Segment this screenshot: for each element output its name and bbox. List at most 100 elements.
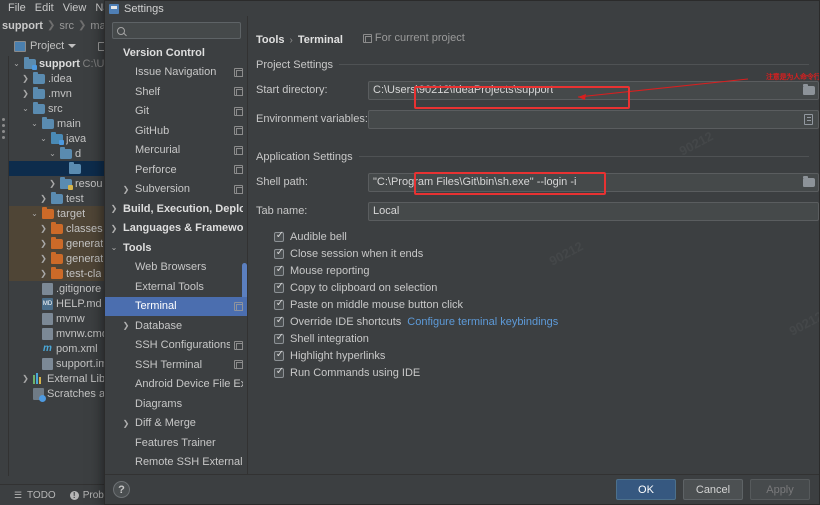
chevron-down-icon[interactable]: ⌄ — [109, 243, 119, 252]
chevron-down-icon[interactable]: ⌄ — [39, 134, 48, 143]
chevron-right-icon[interactable]: ❯ — [121, 185, 131, 194]
chevron-down-icon[interactable]: ⌄ — [30, 209, 39, 218]
settings-tree-item-languages-frameworks[interactable]: ❯ Languages & Frameworks — [105, 219, 247, 239]
settings-tree-item-github[interactable]: · GitHub — [105, 121, 247, 141]
project-tree-row[interactable]: ⌄ support C:\Us — [9, 56, 110, 71]
settings-tree-item-tools[interactable]: ⌄ Tools — [105, 238, 247, 258]
checkbox-icon[interactable] — [274, 315, 285, 327]
checkbox-row-copy-to-clipboard-on-selection[interactable]: Copy to clipboard on selection — [248, 280, 819, 297]
cancel-button[interactable]: Cancel — [683, 479, 743, 500]
checkbox-row-shell-integration[interactable]: Shell integration — [248, 331, 819, 348]
chevron-down-icon[interactable]: ⌄ — [21, 104, 30, 113]
project-tree-row[interactable]: ❯ .mvn — [9, 86, 110, 101]
chevron-right-icon[interactable]: ❯ — [121, 419, 131, 428]
menu-view[interactable]: View — [63, 2, 87, 14]
project-tree-row[interactable]: · mvnw — [9, 311, 110, 326]
chevron-right-icon[interactable]: ❯ — [21, 374, 30, 383]
chevron-down-icon[interactable] — [68, 44, 77, 48]
settings-tree-item-android-device-file-exp[interactable]: · Android Device File Exp — [105, 375, 247, 395]
ok-button[interactable]: OK — [616, 479, 676, 500]
project-tree-row[interactable]: · — [9, 161, 110, 176]
settings-tree-item-database[interactable]: ❯ Database — [105, 316, 247, 336]
settings-tree-item-issue-navigation[interactable]: · Issue Navigation — [105, 63, 247, 83]
start-directory-browse-button[interactable] — [801, 83, 816, 98]
chevron-right-icon[interactable]: ❯ — [39, 224, 48, 233]
project-tree-row[interactable]: ⌄ d — [9, 146, 110, 161]
start-directory-field[interactable]: C:\Users\90212\IdeaProjects\support — [368, 80, 819, 100]
project-tree-row[interactable]: ⌄ main — [9, 116, 110, 131]
chevron-right-icon[interactable]: ❯ — [39, 239, 48, 248]
project-tree[interactable]: ⌄ support C:\Us ❯ .idea ❯ .mvn ⌄ src ⌄ main ⌄ java ⌄ d… — [9, 56, 110, 476]
drag-handle-dots-icon[interactable] — [2, 118, 6, 148]
project-tree-row[interactable]: ❯ resou — [9, 176, 110, 191]
settings-tree-item-ssh-configurations[interactable]: · SSH Configurations — [105, 336, 247, 356]
project-tree-row[interactable]: ⌄ java — [9, 131, 110, 146]
chevron-right-icon[interactable]: ❯ — [48, 179, 57, 188]
settings-tree-item-ssh-terminal[interactable]: · SSH Terminal — [105, 355, 247, 375]
checkbox-row-paste-on-middle-mouse-button-click[interactable]: Paste on middle mouse button click — [248, 297, 819, 314]
chevron-right-icon[interactable]: ❯ — [39, 254, 48, 263]
status-todo[interactable]: ☰ TODO — [14, 490, 56, 501]
project-tree-row[interactable]: ·MDHELP.md — [9, 296, 110, 311]
breadcrumb-src[interactable]: src — [59, 20, 74, 32]
breadcrumb-tools[interactable]: Tools — [256, 34, 285, 46]
settings-tree-item-external-tools[interactable]: · External Tools — [105, 277, 247, 297]
project-tree-row[interactable]: · mvnw.cmd — [9, 326, 110, 341]
chevron-right-icon[interactable]: ❯ — [121, 321, 131, 330]
configure-terminal-keybindings-link[interactable]: Configure terminal keybindings — [407, 316, 558, 328]
settings-tree[interactable]: ·Version Control·Issue Navigation·Shelf·… — [105, 43, 247, 474]
checkbox-icon[interactable] — [274, 298, 285, 310]
breadcrumb-support[interactable]: support — [2, 20, 43, 32]
settings-tree-item-perforce[interactable]: · Perforce — [105, 160, 247, 180]
project-tree-row[interactable]: ❯ generat — [9, 251, 110, 266]
settings-tree-item-mercurial[interactable]: · Mercurial — [105, 141, 247, 161]
shell-path-field[interactable]: "C:\Program Files\Git\bin\sh.exe" --logi… — [368, 172, 819, 192]
checkbox-icon[interactable] — [274, 264, 285, 276]
status-problems[interactable]: ! Probl — [69, 490, 106, 501]
settings-tree-item-version-control[interactable]: · Version Control — [105, 43, 247, 63]
project-tree-row[interactable]: · Scratches and — [9, 386, 110, 402]
chevron-right-icon[interactable]: ❯ — [109, 224, 119, 233]
checkbox-icon[interactable] — [274, 247, 285, 259]
checkbox-row-mouse-reporting[interactable]: Mouse reporting — [248, 263, 819, 280]
project-tree-row[interactable]: · support.im — [9, 356, 110, 371]
settings-tree-item-diagrams[interactable]: · Diagrams — [105, 394, 247, 414]
checkbox-row-run-commands-using-ide[interactable]: Run Commands using IDE — [248, 365, 819, 382]
chevron-right-icon[interactable]: ❯ — [39, 269, 48, 278]
settings-tree-item-build-execution-deploym[interactable]: ❯ Build, Execution, Deploym — [105, 199, 247, 219]
checkbox-icon[interactable] — [274, 349, 285, 361]
menu-file[interactable]: File — [8, 2, 26, 14]
settings-tree-item-remote-ssh-external-to[interactable]: · Remote SSH External To — [105, 453, 247, 473]
project-tree-row[interactable]: ❯ .idea — [9, 71, 110, 86]
menu-edit[interactable]: Edit — [35, 2, 54, 14]
environment-variables-field[interactable] — [368, 109, 819, 129]
checkbox-icon[interactable] — [274, 281, 285, 293]
settings-search-box[interactable] — [112, 22, 271, 39]
help-button[interactable]: ? — [113, 481, 130, 498]
checkbox-icon[interactable] — [274, 332, 285, 344]
checkbox-row-override-ide-shortcuts[interactable]: Override IDE shortcuts Configure terminal… — [248, 314, 819, 331]
checkbox-row-audible-bell[interactable]: Audible bell — [248, 229, 819, 246]
chevron-right-icon[interactable]: ❯ — [39, 194, 48, 203]
settings-tree-item-web-browsers[interactable]: · Web Browsers — [105, 258, 247, 278]
settings-tree-item-diff-merge[interactable]: ❯ Diff & Merge — [105, 414, 247, 434]
shell-path-browse-button[interactable] — [801, 175, 816, 190]
project-tree-row[interactable]: · .gitignore — [9, 281, 110, 296]
settings-tree-item-features-trainer[interactable]: · Features Trainer — [105, 433, 247, 453]
chevron-down-icon[interactable]: ⌄ — [48, 149, 57, 158]
project-tree-row[interactable]: ❯ test — [9, 191, 110, 206]
checkbox-icon[interactable] — [274, 230, 285, 242]
project-tree-row[interactable]: ⌄ src — [9, 101, 110, 116]
tab-name-field[interactable]: Local — [368, 201, 819, 221]
project-tree-row[interactable]: ❯ test-cla — [9, 266, 110, 281]
project-tree-row[interactable]: ❯ classes — [9, 221, 110, 236]
chevron-down-icon[interactable]: ⌄ — [12, 59, 21, 68]
settings-tree-item-git[interactable]: · Git — [105, 102, 247, 122]
checkbox-row-highlight-hyperlinks[interactable]: Highlight hyperlinks — [248, 348, 819, 365]
checkbox-row-close-session-when-it-ends[interactable]: Close session when it ends — [248, 246, 819, 263]
project-tree-row[interactable]: · m pom.xml — [9, 341, 110, 356]
project-tree-row[interactable]: ❯ External Librar — [9, 371, 110, 386]
apply-button[interactable]: Apply — [750, 479, 810, 500]
checkbox-icon[interactable] — [274, 366, 285, 378]
settings-tree-item-subversion[interactable]: ❯ Subversion — [105, 180, 247, 200]
